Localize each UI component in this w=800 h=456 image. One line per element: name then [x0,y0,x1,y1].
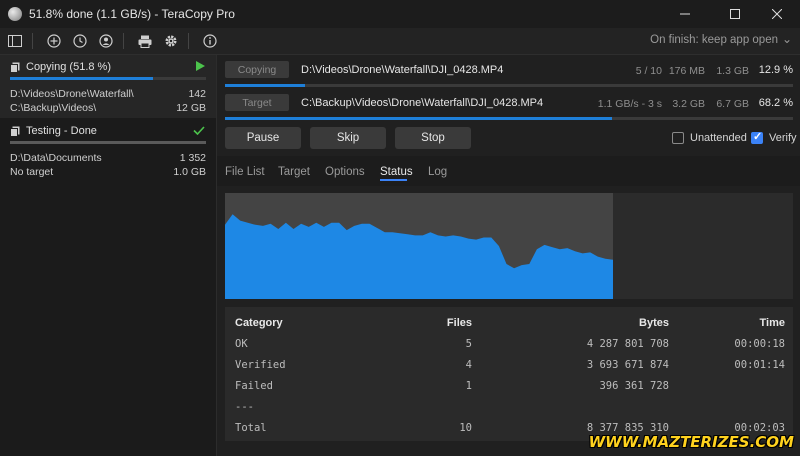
about-button[interactable] [199,30,221,52]
job-item-copying[interactable]: Copying (51.8 %) D:\Videos\Drone\Waterfa… [0,55,216,118]
toolbar-divider [123,33,124,49]
app-logo-icon [8,7,22,21]
job-file-count: 142 [188,88,206,100]
close-icon [772,9,782,19]
source-path: D:\Videos\Drone\Waterfall\DJI_0428.MP4 [301,64,504,76]
target-button[interactable]: Target [225,94,289,111]
tab-bar: File List Target Options Status Log [217,156,800,186]
speed-graph-svg [225,214,613,299]
target-size-done: 3.2 GB [672,98,705,110]
tab-log[interactable]: Log [428,166,447,178]
job-file-count: 1 352 [179,152,206,164]
settings-button[interactable] [160,30,182,52]
minimize-icon [680,13,690,15]
gear-icon [165,35,177,47]
documents-icon [10,62,20,73]
title-bar: 51.8% done (1.1 GB/s) - TeraCopy Pro [0,0,800,28]
toggle-panel-button[interactable] [4,30,26,52]
print-button[interactable] [134,30,156,52]
column-header-category: Category [235,317,283,329]
target-path: C:\Backup\Videos\Drone\Waterfall\DJI_042… [301,97,544,109]
tab-file-list[interactable]: File List [225,166,265,178]
verify-label: Verify [769,132,797,144]
file-counter: 5 / 10 [635,65,662,77]
job-item-testing[interactable]: Testing - Done D:\Data\Documents 1 352 No… [0,119,216,181]
column-header-bytes: Bytes [639,317,669,329]
toolbar-divider [32,33,33,49]
speed-graph [225,193,793,299]
status-table: Category Files Bytes Time OK 5 4 287 801… [225,307,793,441]
sidebar-icon [8,35,22,47]
toolbar-divider [188,33,189,49]
main-panel: Copying D:\Videos\Drone\Waterfall\DJI_04… [217,55,800,456]
tab-target[interactable]: Target [278,166,310,178]
column-header-time: Time [759,317,785,329]
add-job-button[interactable] [43,30,65,52]
column-header-files: Files [446,317,472,329]
minimize-button[interactable] [662,0,708,28]
verify-checkbox[interactable] [751,130,763,144]
speed-area [225,214,613,299]
job-target: No target [10,166,54,178]
maximize-icon [730,9,740,19]
target-progress-bar [225,117,793,120]
source-progress-bar [225,84,793,87]
job-progress-bar [10,77,206,80]
job-size: 12 GB [176,102,206,114]
job-source: D:\Data\Documents [10,152,102,164]
printer-icon [138,35,152,48]
play-icon[interactable] [196,61,205,71]
tab-status[interactable]: Status [380,166,413,178]
stop-button[interactable]: Stop [395,127,471,149]
watermark: WWW.MAZTERIZES.COM [588,433,794,451]
job-title: Copying (51.8 %) [26,61,111,73]
on-finish-dropdown[interactable]: On finish: keep app open [650,34,778,46]
chevron-down-icon[interactable]: ⌄ [782,32,792,46]
history-button[interactable] [69,30,91,52]
speed-eta: 1.1 GB/s - 3 s [597,98,662,110]
job-progress-bar [10,141,206,144]
copying-button[interactable]: Copying [225,61,289,78]
clock-icon [73,34,87,48]
unattended-checkbox[interactable] [672,132,684,144]
check-icon [193,126,205,135]
user-icon [99,34,113,48]
info-icon [203,34,217,48]
job-target: C:\Backup\Videos\ [10,102,97,114]
account-button[interactable] [95,30,117,52]
close-button[interactable] [754,0,800,28]
target-size-total: 6.7 GB [716,98,749,110]
job-size: 1.0 GB [173,166,206,178]
documents-icon [10,126,20,137]
size-total: 1.3 GB [716,65,749,77]
active-tab-indicator [380,179,407,181]
tab-options[interactable]: Options [325,166,365,178]
target-percent: 68.2 % [758,97,793,109]
job-list: Copying (51.8 %) D:\Videos\Drone\Waterfa… [0,55,217,456]
window-title: 51.8% done (1.1 GB/s) - TeraCopy Pro [29,7,235,21]
job-title: Testing - Done [26,125,97,137]
job-source: D:\Videos\Drone\Waterfall\ [10,88,134,100]
skip-button[interactable]: Skip [310,127,386,149]
maximize-button[interactable] [712,0,758,28]
pause-button[interactable]: Pause [225,127,301,149]
source-percent: 12.9 % [758,64,793,76]
size-done: 176 MB [668,65,705,77]
add-icon [47,34,61,48]
unattended-label: Unattended [690,132,747,144]
